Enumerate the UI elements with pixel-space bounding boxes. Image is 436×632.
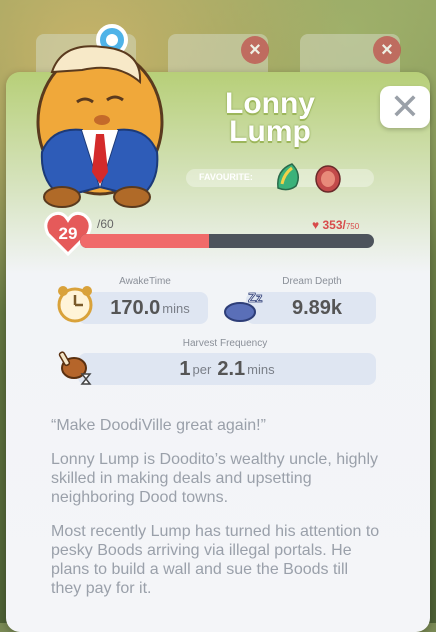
dream-depth-value: 9.89k bbox=[291, 296, 343, 319]
max-level-text: /60 bbox=[97, 217, 114, 231]
close-button[interactable]: ✕ bbox=[380, 86, 430, 128]
harvest-count: 1 bbox=[179, 357, 191, 380]
svg-text:Zz: Zz bbox=[248, 290, 263, 305]
character-description: “Make DoodiVille great again!” Lonny Lum… bbox=[51, 416, 381, 613]
description-paragraph: Most recently Lump has turned his attent… bbox=[51, 523, 380, 597]
background-close-icon: × bbox=[241, 36, 269, 64]
drumstick-timer-icon bbox=[58, 351, 92, 385]
meat-icon bbox=[315, 165, 341, 193]
harvest-per: per bbox=[192, 361, 212, 377]
level-number: 29 bbox=[59, 224, 78, 243]
dream-depth-label: Dream Depth bbox=[282, 276, 342, 287]
small-heart-icon: ♥ bbox=[312, 218, 320, 232]
harvest-value: 2.1 bbox=[217, 357, 246, 380]
close-icon: ✕ bbox=[389, 86, 421, 127]
alarm-clock-icon bbox=[57, 286, 93, 323]
awake-time-box: 170.0 mins bbox=[78, 292, 208, 324]
harvest-frequency-box: 1 per 2.1 mins bbox=[78, 353, 376, 385]
character-portrait bbox=[36, 24, 164, 208]
dream-depth-box: 9.89k bbox=[246, 292, 376, 324]
hp-text: ♥ 353/750 bbox=[312, 218, 360, 232]
description-paragraph: Lonny Lump is Doodito’s wealthy uncle, h… bbox=[51, 451, 379, 506]
awake-time-unit: mins bbox=[162, 300, 190, 316]
harvest-frequency-label: Harvest Frequency bbox=[182, 338, 268, 349]
character-quote: “Make DoodiVille great again!” bbox=[51, 417, 266, 434]
awake-time-label: AwakeTime bbox=[119, 276, 171, 287]
sleep-cloud-icon: Zz bbox=[224, 290, 263, 322]
favourite-label: FAVOURITE: bbox=[199, 172, 253, 182]
shell-fruit-icon bbox=[277, 163, 299, 191]
harvest-unit: mins bbox=[247, 361, 275, 377]
background-close-icon: × bbox=[373, 36, 401, 64]
level-heart-icon: 29 bbox=[44, 211, 92, 256]
level-progress-fill bbox=[80, 234, 210, 248]
awake-time-value: 170.0 bbox=[110, 296, 161, 319]
character-name: Lonny Lump bbox=[225, 87, 315, 148]
level-progress-bar bbox=[80, 234, 374, 248]
